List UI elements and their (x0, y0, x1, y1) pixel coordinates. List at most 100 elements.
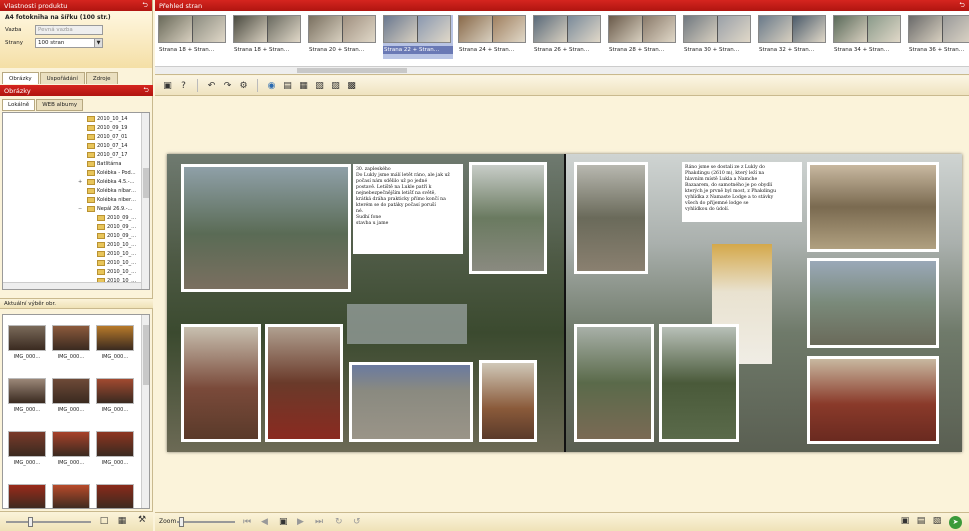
tree-folder[interactable]: Batlitárna (87, 160, 121, 167)
tree-folder[interactable]: 2010_07_17 (87, 151, 127, 158)
photo-village-house[interactable] (574, 162, 648, 274)
page-spread-thumbnail[interactable]: Strana 20 + Stran… (308, 15, 378, 59)
tree-folder[interactable]: 2010_10_… (97, 250, 136, 257)
photo-lodge-front[interactable] (807, 162, 939, 252)
tree-folder[interactable]: 2010_07_14 (87, 142, 127, 149)
tree-scrollbar[interactable] (141, 113, 149, 289)
photo-dining-room[interactable] (807, 356, 939, 444)
page-spread-thumbnail[interactable]: Strana 28 + Stran… (608, 15, 678, 59)
pin-icon[interactable]: ⮌ (141, 1, 149, 9)
tree-folder[interactable]: Kolébka niber… (87, 196, 136, 203)
slider-knob[interactable] (28, 517, 33, 527)
tool-icon[interactable]: ⚒ (136, 515, 148, 527)
current-page-icon[interactable]: ▣ (279, 517, 288, 527)
tree-folder[interactable]: + Kolébka 4.5.-… (78, 178, 135, 185)
folder-tree[interactable]: 2010_10_14 2010_09_19 2010_07_01 2010_07_14… (2, 112, 150, 290)
expand-icon[interactable]: − (78, 206, 82, 212)
scroll-thumb[interactable] (297, 68, 407, 73)
page-spread-thumbnail[interactable]: Strana 18 + Stran… (158, 15, 228, 59)
tree-folder[interactable]: 2010_07_01 (87, 133, 127, 140)
tree-folder[interactable]: − Nepál 26.9.-… (78, 205, 133, 212)
tree-folder[interactable]: 2010_09_… (97, 214, 136, 221)
next-page-icon[interactable]: ▶ (297, 517, 304, 527)
previous-page-icon[interactable]: ◀ (261, 517, 268, 527)
help-icon[interactable]: ? (177, 79, 190, 92)
photo-bridge[interactable] (469, 162, 547, 274)
photo-person-sitting[interactable] (479, 360, 537, 442)
zoom-slider[interactable] (177, 517, 235, 527)
preview-icon[interactable]: ▧ (931, 516, 943, 528)
pages-select[interactable]: 100 stran ▼ (35, 38, 103, 48)
expand-icon[interactable]: + (78, 179, 82, 185)
page-spread-thumbnail[interactable]: Strana 34 + Stran… (833, 15, 903, 59)
tree-folder[interactable]: 2010_09_19 (87, 124, 127, 131)
image-thumbnail[interactable]: IMG_000… (96, 325, 134, 360)
undo-icon[interactable]: ↶ (205, 79, 218, 92)
photobook-spread[interactable]: 30. zapleského Do Lukly jsme málí letět … (167, 154, 962, 452)
photo-people-room[interactable] (265, 324, 343, 442)
image-thumbnail[interactable] (8, 484, 46, 508)
background-icon[interactable]: ▨ (329, 79, 342, 92)
settings-icon[interactable]: ⚙ (237, 79, 250, 92)
page-spread-thumbnail[interactable]: Strana 36 + Stran… (908, 15, 969, 59)
right-text-box[interactable]: Ráno jsme se dostali ze z Lukly do Phakd… (682, 162, 802, 222)
page-spread-thumbnail[interactable]: Strana 18 + Stran… (233, 15, 303, 59)
photo-green-valley[interactable] (659, 324, 739, 442)
tree-folder[interactable]: Kolébka - Pod… (87, 169, 136, 176)
image-thumbnail[interactable]: IMG_000… (52, 325, 90, 360)
save-as-icon[interactable]: ▤ (915, 516, 927, 528)
image-thumbnail[interactable]: IMG_000… (8, 325, 46, 360)
photo-forest-path[interactable] (574, 324, 654, 442)
order-icon[interactable]: ➤ (949, 516, 962, 529)
rotate-left-icon[interactable]: ↺ (353, 517, 361, 527)
pin-icon[interactable]: ⮌ (142, 86, 150, 94)
photo-stone-wall[interactable] (349, 362, 473, 442)
rotate-right-icon[interactable]: ↻ (335, 517, 343, 527)
view-icon[interactable]: □ (98, 516, 110, 528)
thumbnail-size-slider[interactable] (6, 517, 91, 527)
tree-folder[interactable]: 2010_09_… (97, 223, 136, 230)
tree-folder[interactable]: 2010_10_14 (87, 115, 127, 122)
tab-images[interactable]: Obrázky (2, 72, 39, 84)
photo-shop[interactable] (807, 258, 939, 348)
image-thumbnail[interactable]: IMG_000… (8, 431, 46, 466)
grid-icon[interactable]: ▦ (116, 516, 128, 528)
page-icon[interactable]: ▤ (281, 79, 294, 92)
image-thumbnail[interactable]: IMG_000… (52, 378, 90, 413)
photo-lodge-interior[interactable] (181, 324, 261, 442)
tab-sources[interactable]: Zdroje (85, 72, 118, 84)
tab-local[interactable]: Lokálně (2, 99, 36, 111)
chevron-down-icon[interactable]: ▼ (94, 39, 102, 47)
tab-web-albums[interactable]: WEB albumy (36, 99, 84, 111)
image-thumbnail[interactable]: IMG_000… (96, 378, 134, 413)
page-spread-thumbnail[interactable]: Strana 26 + Stran… (533, 15, 603, 59)
scroll-thumb[interactable] (143, 168, 149, 198)
tree-folder[interactable]: Kolébka níbar… (87, 187, 136, 194)
image-thumbnail[interactable]: IMG_000… (8, 378, 46, 413)
last-page-icon[interactable]: ⏭ (315, 517, 323, 527)
pages-scrollbar[interactable] (155, 66, 969, 74)
slider-knob[interactable] (179, 517, 184, 527)
tree-folder[interactable]: 2010_09_… (97, 232, 136, 239)
page-spread-thumbnail[interactable]: Strana 30 + Stran… (683, 15, 753, 59)
binding-field[interactable]: Pevná vazba (35, 25, 103, 35)
tree-folder[interactable]: 2010_10_… (97, 268, 136, 275)
photo-trail-chorten[interactable] (181, 164, 351, 292)
tree-horizontal-scrollbar[interactable] (3, 282, 141, 289)
first-page-icon[interactable]: ⏮ (243, 517, 251, 527)
clipart-icon[interactable]: ▩ (345, 79, 358, 92)
save-icon[interactable]: ▣ (899, 516, 911, 528)
image-thumbnail[interactable]: IMG_000… (52, 431, 90, 466)
image-thumbnail[interactable] (52, 484, 90, 508)
thumbnails-scrollbar[interactable] (141, 315, 149, 508)
pin-icon[interactable]: ⮌ (958, 1, 966, 9)
left-text-box[interactable]: 30. zapleského Do Lukly jsme málí letět … (353, 164, 463, 254)
layout-icon[interactable]: ▦ (297, 79, 310, 92)
page-spread-thumbnail[interactable]: Strana 32 + Stran… (758, 15, 828, 59)
page-spread-thumbnail[interactable]: Strana 22 + Stran… (383, 15, 453, 59)
scroll-thumb[interactable] (143, 325, 149, 385)
redo-icon[interactable]: ↷ (221, 79, 234, 92)
tree-folder[interactable]: 2010_10_… (97, 241, 136, 248)
page-spread-thumbnail[interactable]: Strana 24 + Stran… (458, 15, 528, 59)
image-thumbnail[interactable] (96, 484, 134, 508)
